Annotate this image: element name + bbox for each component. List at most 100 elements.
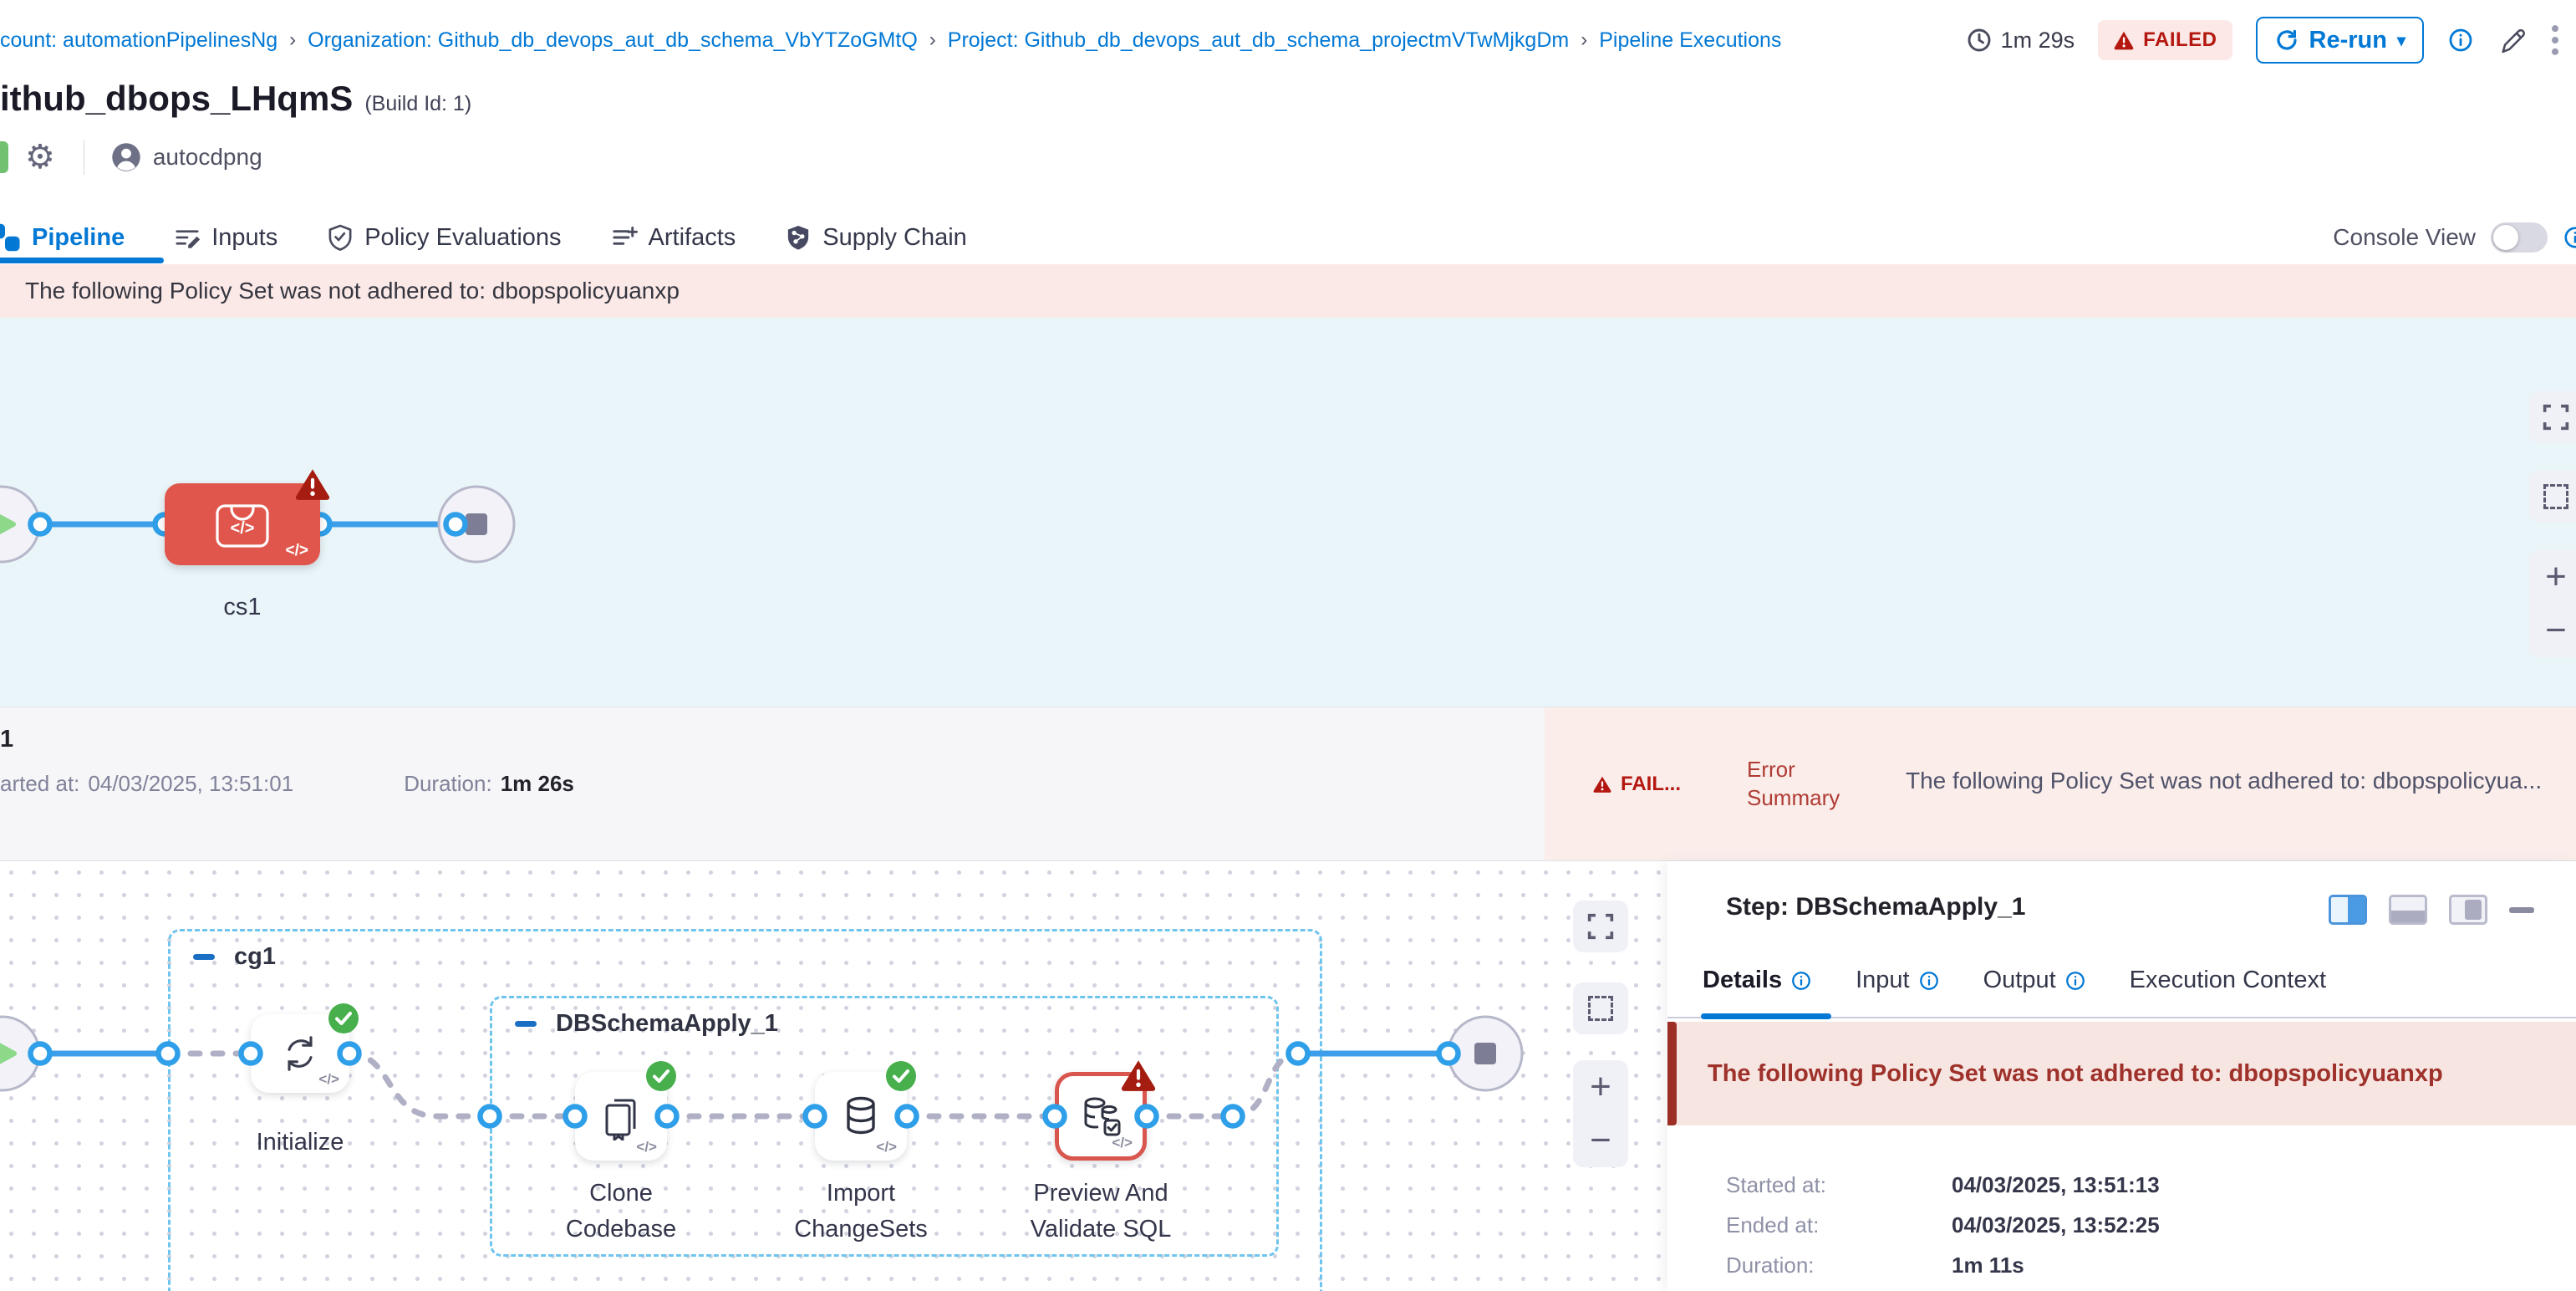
tab-execution-context[interactable]: Execution Context: [2130, 967, 2326, 994]
breadcrumb-separator: ›: [289, 28, 296, 52]
group-dbschemaapply-label: DBSchemaApply_1: [556, 1010, 778, 1038]
rerun-button[interactable]: Re-run ▾: [2256, 17, 2425, 64]
active-tab-underline: [0, 258, 164, 263]
code-glyph: </>: [1112, 1135, 1133, 1151]
info-icon[interactable]: [2447, 27, 2474, 54]
tag-chip-partial: [0, 141, 8, 173]
database-validate-icon: [1077, 1093, 1124, 1140]
breadcrumb-project[interactable]: Project: Github_db_devops_aut_db_schema_…: [948, 28, 1569, 53]
play-icon: [0, 514, 13, 534]
console-view-toggle[interactable]: [2491, 222, 2548, 253]
tab-output[interactable]: Output: [1983, 967, 2086, 994]
stage-info-bar: 1 arted at: 04/03/2025, 13:51:01 Duratio…: [0, 707, 2576, 861]
tab-inputs-label: Inputs: [211, 224, 277, 252]
detail-label: Started at:: [1726, 1172, 1952, 1198]
trigger-user-name: autocdpng: [153, 144, 262, 171]
kebab-menu-icon[interactable]: [2549, 23, 2561, 57]
step-node-initialize[interactable]: </>: [251, 1014, 349, 1093]
breadcrumb: count: automationPipelinesNg › Organizat…: [0, 0, 1781, 80]
step-panel-tabs: Details Input Output Execution Context: [1703, 967, 2326, 994]
layout-bottom-view-icon[interactable]: [2389, 895, 2427, 925]
canvas-fullscreen-button[interactable]: [2529, 391, 2576, 443]
step-label-preview-validate-sql: Preview And Validate SQL: [1009, 1176, 1193, 1248]
step-error-message: The following Policy Set was not adhered…: [1667, 1060, 2443, 1088]
svg-text:</>: </>: [231, 519, 255, 538]
tab-policy-evaluations[interactable]: Policy Evaluations: [326, 211, 561, 264]
console-view-label: Console View: [2333, 224, 2476, 251]
sync-icon: [277, 1031, 323, 1076]
canvas-marquee-select-button[interactable]: [2529, 471, 2576, 523]
detail-value: 04/03/2025, 13:51:13: [1952, 1172, 2160, 1198]
caret-down-icon: ▾: [2397, 30, 2405, 51]
zoom-out-button[interactable]: −: [1590, 1120, 1611, 1161]
layout-floating-view-icon[interactable]: [2449, 895, 2487, 925]
collapse-group-dbschemaapply-button[interactable]: [511, 1012, 541, 1037]
inputs-icon: [173, 223, 201, 252]
clock-icon: [1966, 27, 1993, 54]
tab-supply-chain-label: Supply Chain: [822, 224, 967, 252]
supply-chain-shield-icon: [784, 223, 812, 252]
elapsed-time-value: 1m 29s: [2001, 28, 2075, 54]
stage-fail-badge: FAIL...: [1592, 773, 1681, 796]
code-glyph: </>: [318, 1071, 339, 1088]
zoom-out-button[interactable]: −: [2545, 610, 2567, 651]
edit-pencil-icon[interactable]: [2497, 26, 2526, 54]
detail-label: Duration:: [1726, 1253, 1952, 1278]
collapse-group-cg1-button[interactable]: [189, 945, 219, 970]
stage-fail-badge-label: FAIL...: [1621, 773, 1681, 796]
step-graph-canvas[interactable]: cg1 DBSchemaApply_1 </> Initialize: [0, 861, 1667, 1291]
zoom-in-button[interactable]: +: [2545, 556, 2567, 598]
error-summary-label: Error Summary: [1747, 755, 1872, 812]
tab-execution-context-label: Execution Context: [2130, 967, 2326, 994]
breadcrumb-organization[interactable]: Organization: Github_db_devops_aut_db_sc…: [308, 28, 918, 53]
database-icon: [837, 1093, 884, 1140]
end-node: [1448, 1017, 1522, 1090]
info-icon: [1918, 970, 1940, 992]
tab-pipeline-label: Pipeline: [32, 224, 125, 252]
canvas2-marquee-select-button[interactable]: [1573, 982, 1628, 1034]
clone-codebase-icon: [597, 1092, 645, 1140]
step-node-import-changesets[interactable]: </>: [815, 1072, 907, 1161]
step-label-initialize: Initialize: [216, 1125, 384, 1161]
gear-icon[interactable]: ⚙: [25, 140, 55, 174]
step-node-clone-codebase[interactable]: </>: [575, 1072, 667, 1161]
stage-node-cs1[interactable]: </> </>: [165, 483, 320, 565]
step-panel-title: Step: DBSchemaApply_1: [1726, 893, 2025, 921]
tab-supply-chain[interactable]: Supply Chain: [784, 211, 967, 264]
step-node-preview-validate-sql[interactable]: </>: [1055, 1072, 1147, 1161]
tab-details[interactable]: Details: [1703, 967, 1812, 994]
canvas2-zoom-controls: + −: [1573, 1060, 1628, 1167]
step-label-import-changesets: Import ChangeSets: [777, 1176, 944, 1248]
canvas2-fullscreen-button[interactable]: [1573, 901, 1628, 952]
tab-artifacts[interactable]: Artifacts: [610, 211, 736, 264]
tab-inputs[interactable]: Inputs: [173, 211, 277, 264]
rerun-button-label: Re-run: [2309, 27, 2387, 54]
tab-details-label: Details: [1703, 967, 1782, 994]
console-view-info-icon[interactable]: [2563, 225, 2576, 250]
breadcrumb-pipeline-executions[interactable]: Pipeline Executions: [1599, 28, 1781, 53]
tab-artifacts-label: Artifacts: [649, 224, 736, 252]
detail-row-started: Started at: 04/03/2025, 13:51:13: [1726, 1172, 2160, 1198]
pipeline-icon: [0, 221, 22, 254]
tab-input[interactable]: Input: [1856, 967, 1940, 994]
layout-right-view-icon[interactable]: [2329, 895, 2367, 925]
stage-name-truncated: 1: [0, 726, 13, 753]
duration-value: 1m 26s: [501, 771, 574, 797]
stage-times-row: arted at: 04/03/2025, 13:51:01 Duration:…: [0, 771, 574, 797]
stop-icon: [1474, 1043, 1496, 1064]
execution-title-row: ithub_dbops_LHqmS(Build Id: 1): [0, 79, 471, 119]
stage-graph-canvas[interactable]: </> </> cs1 + −: [0, 318, 2576, 707]
step-failed-badge-icon: [1119, 1058, 1158, 1093]
breadcrumb-account[interactable]: count: automationPipelinesNg: [0, 28, 277, 53]
tab-pipeline[interactable]: Pipeline: [0, 211, 125, 264]
detail-value: 1m 11s: [1952, 1253, 2024, 1278]
start-node: [0, 487, 39, 562]
tab-input-label: Input: [1856, 967, 1910, 994]
tab-policy-evaluations-label: Policy Evaluations: [364, 224, 561, 252]
zoom-in-button[interactable]: +: [1590, 1066, 1611, 1108]
panel-minimize-button[interactable]: [2509, 907, 2534, 913]
success-badge-icon: [645, 1060, 677, 1092]
error-accent-bar: [1667, 1022, 1677, 1125]
step-label-clone-codebase: Clone Codebase: [537, 1176, 705, 1248]
detail-value: 04/03/2025, 13:52:25: [1952, 1212, 2160, 1238]
